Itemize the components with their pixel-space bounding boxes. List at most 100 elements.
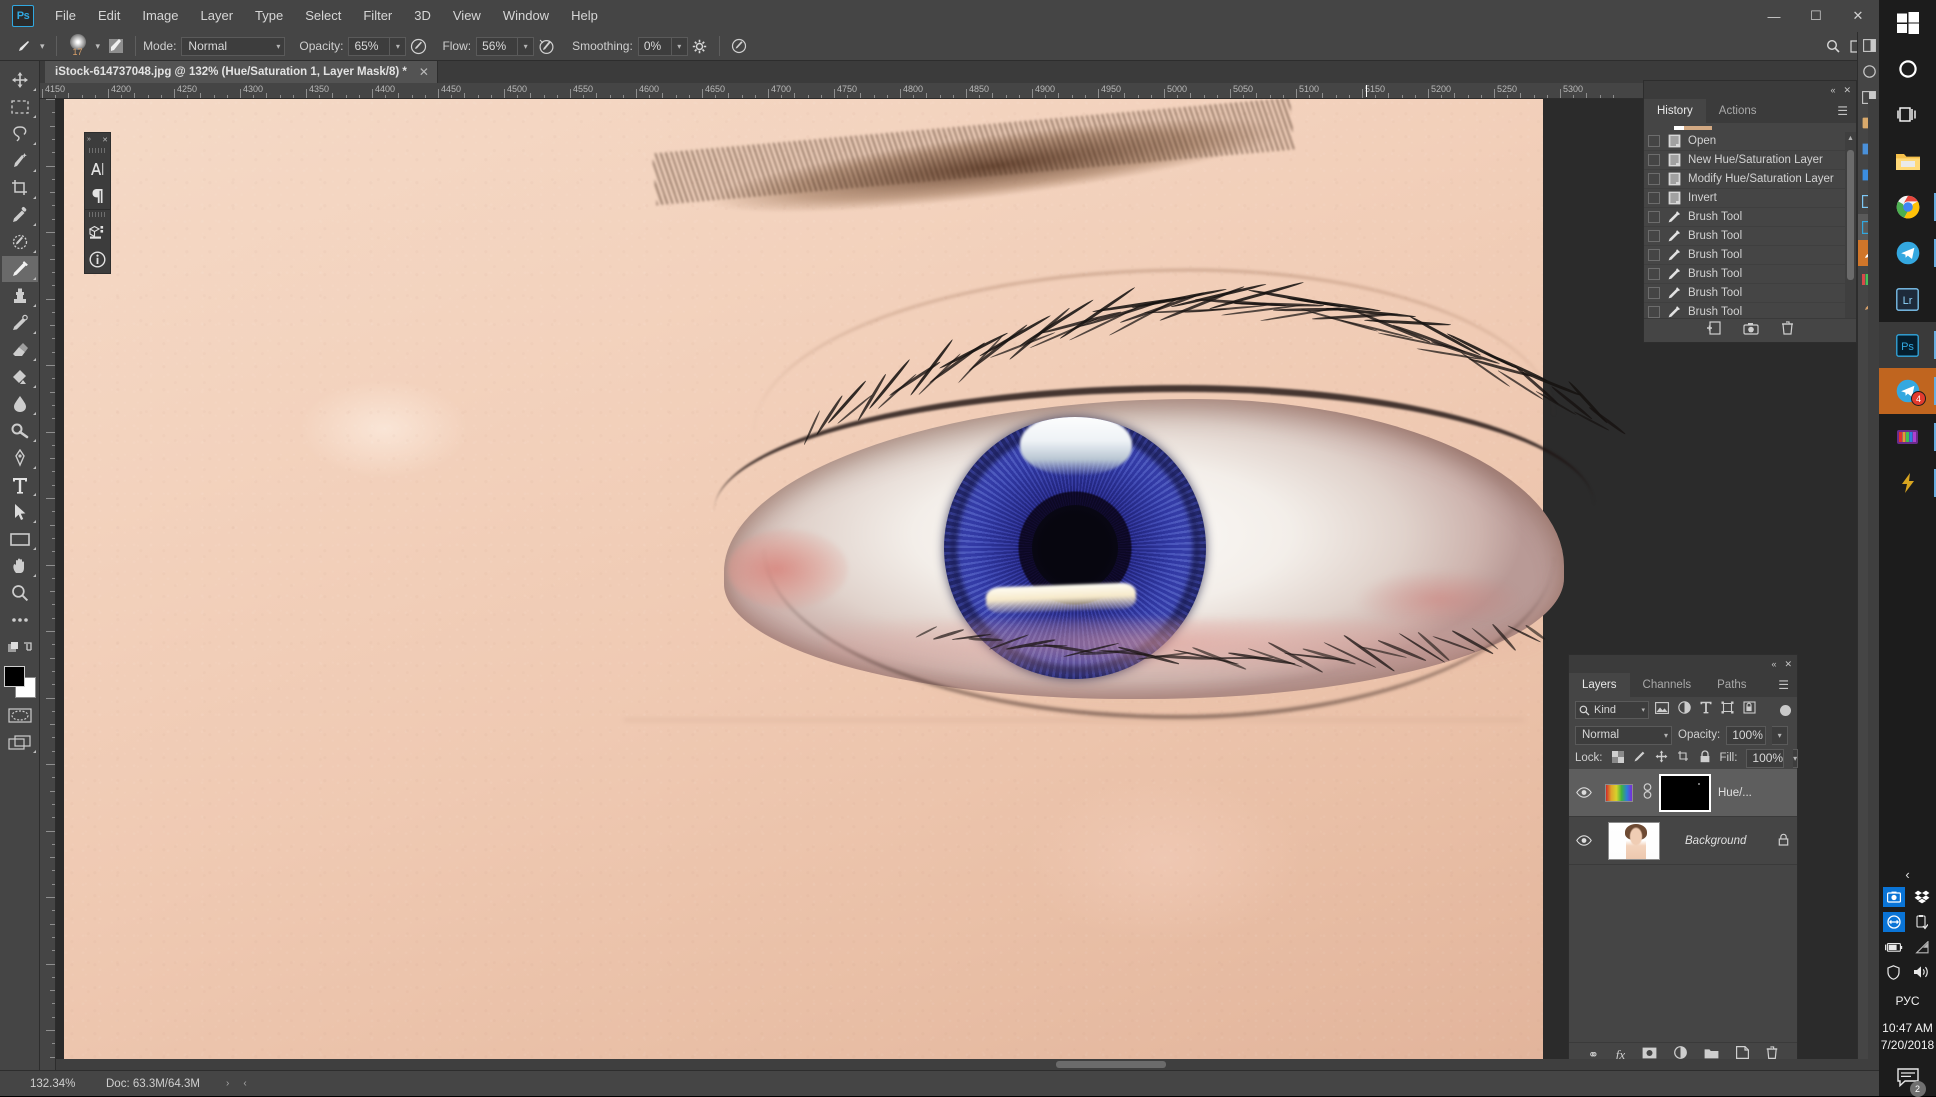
utorrent-button[interactable] — [1879, 460, 1936, 506]
scroll-up-icon[interactable]: ▲ — [1845, 132, 1856, 144]
rail-libraries-icon[interactable] — [1858, 58, 1880, 84]
lock-icon[interactable] — [1778, 833, 1789, 849]
history-state-item[interactable]: Brush Tool — [1644, 246, 1856, 265]
smoothing-input[interactable]: 0% — [638, 37, 672, 56]
file-explorer-button[interactable] — [1879, 138, 1936, 184]
scrollbar-thumb[interactable] — [1847, 150, 1854, 280]
layer-row-hue-saturation[interactable]: Hue/... — [1569, 769, 1797, 817]
opacity-stepper[interactable]: ▾ — [390, 37, 406, 56]
tool-type[interactable] — [2, 472, 38, 498]
lock-transparent-pixels-icon[interactable] — [1612, 751, 1624, 766]
status-expand-icon[interactable]: › — [200, 1078, 229, 1089]
action-center-button[interactable]: 2 — [1897, 1068, 1919, 1092]
tool-gradient[interactable] — [2, 364, 38, 390]
adjustment-layer-thumbnail[interactable] — [1602, 776, 1636, 810]
close-icon[interactable]: ✕ — [1784, 659, 1792, 670]
menu-file[interactable]: File — [44, 0, 87, 32]
history-snapshot-source-toggle[interactable] — [1648, 230, 1660, 242]
smoothing-stepper[interactable]: ▾ — [672, 37, 688, 56]
menu-image[interactable]: Image — [131, 0, 189, 32]
volume-tray-icon[interactable] — [1911, 962, 1933, 982]
tool-brush[interactable] — [2, 256, 38, 282]
history-snapshot-source-toggle[interactable] — [1648, 173, 1660, 185]
telegram-desktop-button[interactable]: 4 — [1879, 368, 1936, 414]
history-state-item[interactable]: Brush Tool — [1644, 265, 1856, 284]
lock-image-pixels-icon[interactable] — [1633, 750, 1646, 766]
tool-path-selection[interactable] — [2, 499, 38, 525]
history-state-item[interactable]: New Hue/Saturation Layer — [1644, 151, 1856, 170]
menu-3d[interactable]: 3D — [403, 0, 442, 32]
battery-tray-icon[interactable] — [1883, 937, 1905, 957]
airbrush-toggle-icon[interactable] — [534, 35, 558, 57]
clock-date[interactable]: 7/20/2018 — [1881, 1037, 1934, 1054]
scrollbar-thumb[interactable] — [1056, 1061, 1166, 1068]
menu-edit[interactable]: Edit — [87, 0, 131, 32]
rail-workspace-icon[interactable] — [1858, 32, 1880, 58]
layer-filter-toggle-switch[interactable] — [1780, 705, 1791, 716]
layer-fill-input[interactable]: 100% — [1746, 749, 1784, 768]
tool-rectangle[interactable] — [2, 526, 38, 552]
layer-blend-mode-dropdown[interactable]: Normal ▾ — [1575, 726, 1672, 745]
lock-all-icon[interactable] — [1699, 750, 1711, 766]
layer-mask-link-icon[interactable] — [1643, 783, 1652, 802]
panel-grip[interactable] — [89, 148, 106, 153]
foreground-color-swatch[interactable] — [4, 666, 25, 687]
tool-hand[interactable] — [2, 553, 38, 579]
panel-menu-icon[interactable]: ☰ — [1837, 99, 1856, 123]
winrar-button[interactable] — [1879, 414, 1936, 460]
panel-menu-icon[interactable]: ☰ — [1778, 673, 1797, 697]
opacity-input[interactable]: 65% — [348, 37, 390, 56]
filter-adjustment-layers-icon[interactable] — [1678, 701, 1691, 719]
canvas-horizontal-scrollbar[interactable] — [56, 1059, 1879, 1070]
zoom-level-field[interactable]: 132.34% — [0, 1078, 82, 1090]
close-button[interactable]: ✕ — [1837, 0, 1879, 32]
tool-lasso[interactable] — [2, 121, 38, 147]
layer-visibility-toggle[interactable] — [1573, 787, 1595, 798]
close-icon[interactable]: ✕ — [1843, 85, 1851, 96]
history-snapshot-source-toggle[interactable] — [1648, 135, 1660, 147]
blend-mode-dropdown[interactable]: Normal ▾ — [181, 37, 285, 56]
history-snapshot-source-toggle[interactable] — [1648, 268, 1660, 280]
layer-fill-stepper[interactable]: ▾ — [1793, 749, 1798, 768]
document-image[interactable] — [64, 99, 1543, 1070]
language-indicator[interactable]: РУС — [1895, 994, 1919, 1008]
tool-history-brush[interactable] — [2, 310, 38, 336]
collapse-panel-icon[interactable]: « — [1771, 659, 1776, 669]
screenshot-tray-icon[interactable] — [1883, 887, 1905, 907]
horizontal-ruler[interactable]: 4150420042504300435044004450450045504600… — [40, 83, 1879, 99]
status-collapse-icon[interactable]: ‹ — [229, 1078, 246, 1089]
history-state-item[interactable]: Brush Tool — [1644, 284, 1856, 303]
tool-quick-selection[interactable] — [2, 148, 38, 174]
layer-name-hue-saturation[interactable]: Hue/... — [1718, 787, 1752, 799]
tablet-pressure-size-icon[interactable] — [727, 35, 751, 57]
smoothing-options-gear-icon[interactable] — [688, 35, 712, 57]
tool-crop[interactable] — [2, 175, 38, 201]
history-snapshot-source-toggle[interactable] — [1648, 211, 1660, 223]
expand-panels-icon[interactable]: » — [87, 136, 91, 143]
history-snapshot-source-toggle[interactable] — [1648, 192, 1660, 204]
create-snapshot-button[interactable] — [1743, 322, 1759, 340]
brush-panel-toggle-icon[interactable] — [104, 35, 128, 57]
tool-zoom[interactable] — [2, 580, 38, 606]
create-document-from-state-button[interactable] — [1706, 321, 1721, 340]
filter-type-layers-icon[interactable] — [1700, 701, 1712, 719]
brush-tool-preset-icon[interactable] — [12, 35, 36, 57]
tab-paths[interactable]: Paths — [1704, 673, 1759, 697]
maximize-button[interactable]: ☐ — [1795, 0, 1837, 32]
tool-eraser[interactable] — [2, 337, 38, 363]
history-scrollbar[interactable]: ▲ ▼ — [1845, 132, 1856, 341]
document-tab[interactable]: iStock-614737048.jpg @ 132% (Hue/Saturat… — [45, 61, 438, 83]
background-layer-thumbnail[interactable] — [1608, 822, 1660, 860]
layer-name-background[interactable]: Background — [1685, 835, 1746, 847]
menu-filter[interactable]: Filter — [352, 0, 403, 32]
menu-select[interactable]: Select — [294, 0, 352, 32]
cortana-search-button[interactable] — [1879, 46, 1936, 92]
tool-spot-healing-brush[interactable] — [2, 229, 38, 255]
layer-visibility-toggle[interactable] — [1573, 835, 1595, 846]
photoshop-button[interactable]: Ps — [1879, 322, 1936, 368]
pressure-opacity-toggle-icon[interactable] — [406, 35, 430, 57]
history-snapshot-source-toggle[interactable] — [1648, 249, 1660, 261]
info-panel-icon[interactable] — [85, 246, 110, 273]
history-state-item[interactable]: Modify Hue/Saturation Layer — [1644, 170, 1856, 189]
clock-time[interactable]: 10:47 AM — [1882, 1020, 1933, 1037]
